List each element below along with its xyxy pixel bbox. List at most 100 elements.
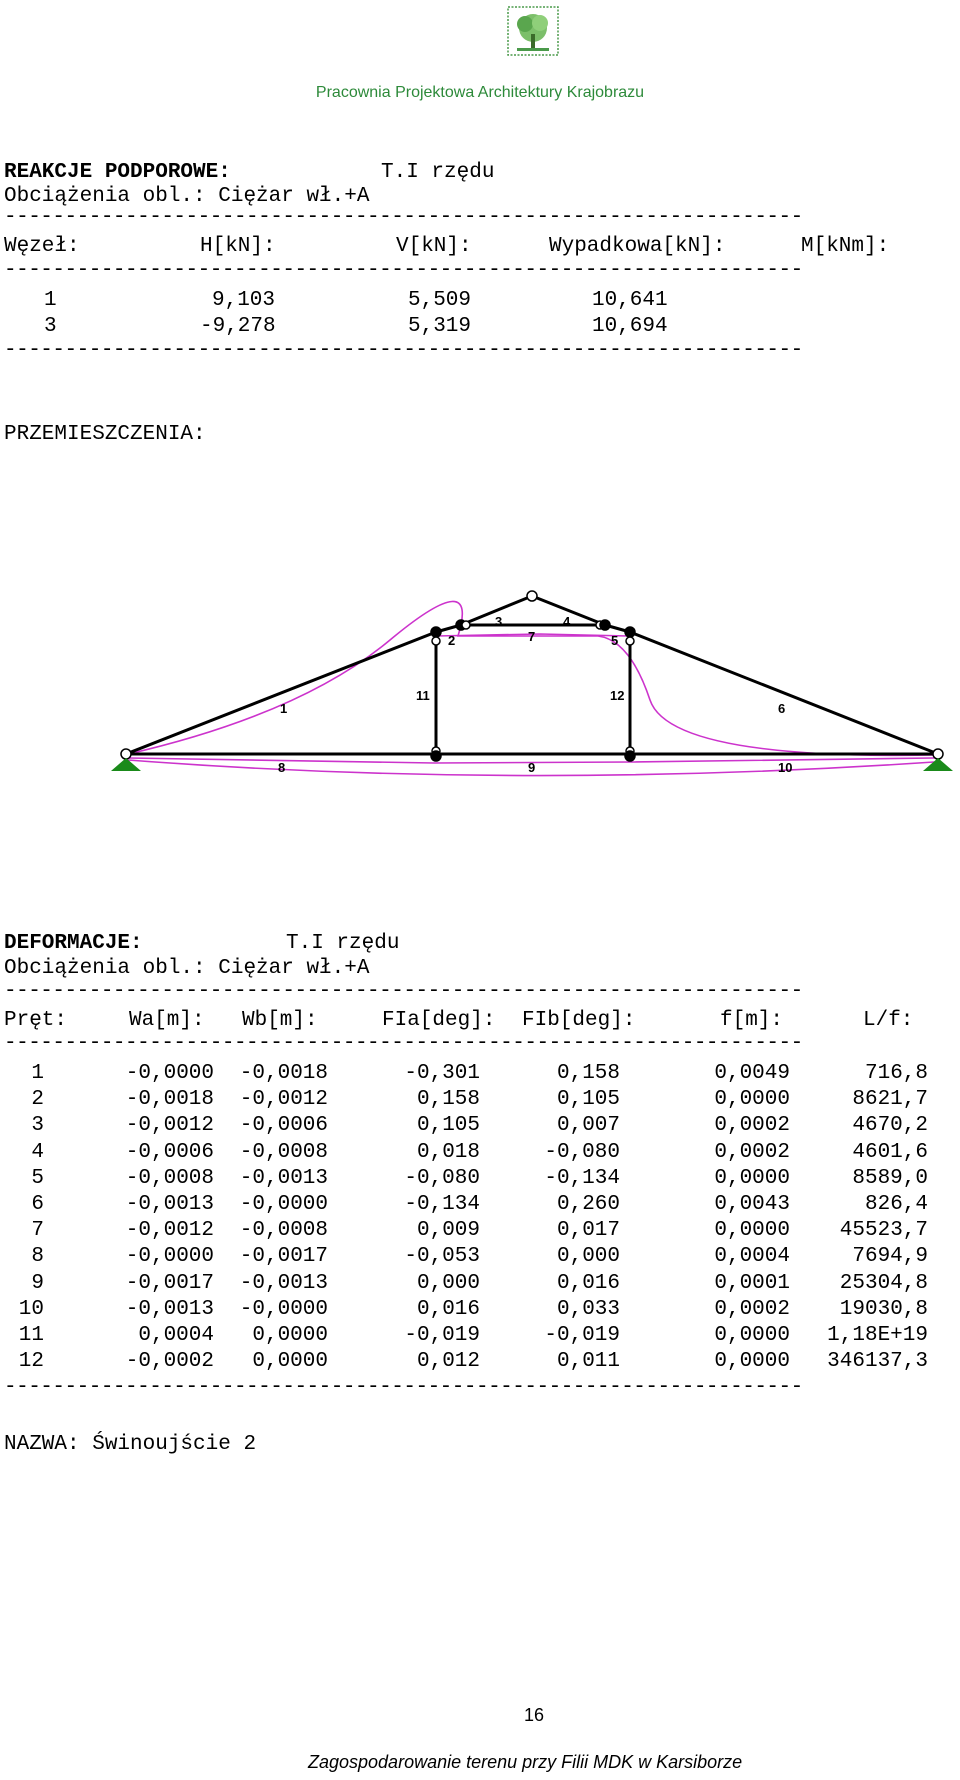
table-row: 7 -0,0012 -0,0008 0,009 0,017 0,0000 45523,7	[4, 1218, 944, 1244]
member-label: 6	[778, 701, 785, 716]
office-name: Pracownia Projektowa Architektury Krajob…	[315, 84, 645, 101]
member-label: 4	[563, 614, 571, 629]
pin-support-icon	[923, 758, 953, 771]
deformations-title: DEFORMACJE:	[4, 932, 143, 955]
reactions-title: REAKCJE PODPOROWE:	[4, 161, 231, 184]
table-row: 12 -0,0002 0,0000 0,012 0,011 0,0000 346137,3	[4, 1349, 944, 1375]
table-cell: 10	[18, 1297, 44, 1321]
table-cell: 8	[31, 1245, 44, 1269]
table-cell: 2	[31, 1088, 44, 1112]
col-node: Węzeł:	[4, 235, 80, 258]
displacements-title: PRZEMIESZCZENIA:	[4, 423, 206, 446]
table-cell: 7694,9	[852, 1245, 928, 1269]
table-cell: -0,0012	[125, 1114, 214, 1138]
separator: ----------------------------------------…	[4, 1032, 803, 1055]
table-cell: 0,0002	[714, 1297, 790, 1321]
table-cell: 45523,7	[839, 1219, 928, 1243]
table-cell: 5	[31, 1166, 44, 1190]
truss-members	[125, 594, 939, 756]
table-cell: 6	[31, 1193, 44, 1216]
member-label: 11	[416, 688, 430, 703]
col-v: V[kN]:	[396, 235, 472, 258]
member-label: 8	[278, 760, 285, 775]
table-cell: 25304,8	[839, 1271, 928, 1295]
table-cell: -0,0018	[125, 1088, 214, 1112]
table-cell: 7	[31, 1219, 44, 1243]
table-cell: 0,007	[556, 1114, 620, 1138]
table-cell: 0,260	[556, 1193, 620, 1216]
table-cell: -0,0006	[125, 1140, 214, 1164]
table-cell: 0,158	[556, 1062, 620, 1085]
separator: ----------------------------------------…	[4, 259, 803, 282]
table-row: 3 -0,0012 -0,0006 0,105 0,007 0,0002 4670,2	[4, 1113, 944, 1139]
separator: ----------------------------------------…	[4, 980, 803, 1003]
table-row: 9 -0,0017 -0,0013 0,000 0,016 0,0001 25304,8	[4, 1271, 944, 1297]
table-cell: 0,0049	[714, 1062, 790, 1085]
table-cell: 0,011	[556, 1350, 620, 1374]
member-label: 7	[528, 629, 535, 644]
table-cell: 4670,2	[852, 1114, 928, 1138]
table-row: 4 -0,0006 -0,0008 0,018 -0,080 0,0002 4601,6	[4, 1140, 944, 1166]
table-cell: -0,0002	[125, 1350, 214, 1374]
col-moment: M[kNm]:	[801, 235, 890, 258]
table-cell: 0,000	[416, 1271, 480, 1295]
table-cell: 1	[31, 1062, 44, 1085]
table-cell: 0,0004	[138, 1324, 214, 1347]
table-cell: -0,0012	[239, 1088, 328, 1112]
table-cell: -0,0008	[239, 1140, 328, 1164]
table-cell: -0,0000	[125, 1062, 214, 1085]
table-cell: 826,4	[864, 1193, 928, 1216]
table-cell: -0,301	[404, 1062, 480, 1085]
table-cell: 0,0001	[714, 1271, 790, 1295]
table-cell: -0,134	[544, 1166, 620, 1190]
table-cell: -0,053	[404, 1245, 480, 1269]
member-label: 9	[528, 760, 535, 775]
table-cell: -0,0000	[239, 1297, 328, 1321]
truss-joints	[120, 590, 944, 762]
table-cell: 0,000	[556, 1245, 620, 1269]
table-cell: -0,0018	[239, 1062, 328, 1085]
reactions-order: T.I rzędu	[381, 161, 495, 184]
table-cell: -0,0012	[125, 1219, 214, 1243]
table-cell: 346137,3	[827, 1350, 928, 1374]
table-cell: 4	[31, 1140, 44, 1164]
table-cell: 0,016	[416, 1297, 480, 1321]
table-row: 8 -0,0000 -0,0017 -0,053 0,000 0,0004 7694,9	[4, 1244, 944, 1270]
table-cell: 0,0000	[714, 1219, 790, 1243]
table-cell: 0,0000	[714, 1350, 790, 1374]
table-cell: 0,0043	[714, 1193, 790, 1216]
table-cell: 12	[18, 1350, 44, 1374]
table-cell: 0,018	[416, 1140, 480, 1164]
table-cell: -0,080	[404, 1166, 480, 1190]
table-cell: 8589,0	[852, 1166, 928, 1190]
table-cell: 0,0002	[714, 1114, 790, 1138]
table-cell: 9	[31, 1271, 44, 1295]
table-cell: -0,0006	[239, 1114, 328, 1138]
member-label: 10	[778, 760, 792, 775]
col-h: H[kN]:	[200, 235, 276, 258]
separator: ----------------------------------------…	[4, 1376, 803, 1399]
member-label: 1	[280, 701, 287, 716]
table-row: 5 -0,0008 -0,0013 -0,080 -0,134 0,0000 8589,0	[4, 1166, 944, 1192]
separator: ----------------------------------------…	[4, 206, 803, 229]
table-cell: -0,0013	[125, 1193, 214, 1216]
footer-title: Zagospodarowanie terenu przy Filii MDK w…	[308, 1752, 743, 1772]
member-label: 2	[448, 633, 455, 648]
table-cell: 3	[31, 1114, 44, 1138]
table-cell: 0,009	[416, 1219, 480, 1243]
member-label: 5	[611, 633, 618, 648]
table-cell: -0,0013	[239, 1271, 328, 1295]
table-cell: -0,134	[404, 1193, 480, 1216]
office-logo-icon	[507, 6, 559, 56]
table-cell: 0,0004	[714, 1245, 790, 1269]
table-cell: 0,012	[416, 1350, 480, 1374]
deformed-shape	[123, 600, 937, 777]
table-cell: -0,019	[544, 1324, 620, 1347]
member-label: 12	[610, 688, 624, 703]
table-cell: 8621,7	[852, 1088, 928, 1112]
table-cell: 0,105	[416, 1114, 480, 1138]
table-cell: -0,0013	[239, 1166, 328, 1190]
table-cell: 0,0000	[714, 1088, 790, 1112]
table-cell: -0,0017	[125, 1271, 214, 1295]
table-cell: 0,0000	[252, 1350, 328, 1374]
